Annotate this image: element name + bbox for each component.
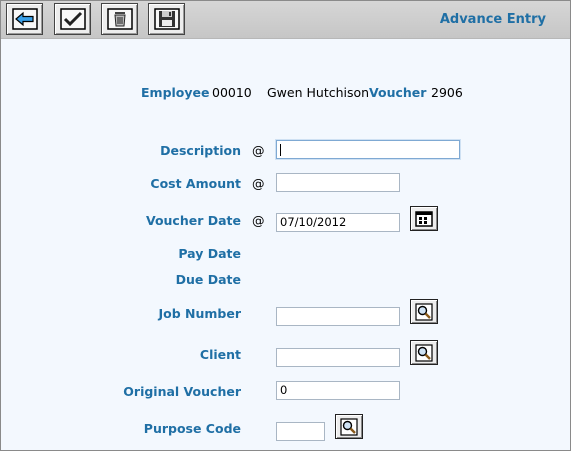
checkmark-icon bbox=[59, 8, 86, 30]
text-caret bbox=[280, 144, 281, 156]
original-voucher-input[interactable]: 0 bbox=[276, 381, 400, 400]
employee-label: Employee bbox=[141, 85, 210, 100]
magnifier-icon bbox=[340, 417, 358, 436]
voucher-date-input[interactable]: 07/10/2012 bbox=[276, 213, 400, 232]
confirm-button[interactable] bbox=[54, 3, 91, 35]
cost-amount-label: Cost Amount bbox=[150, 176, 241, 191]
voucher-number: 2906 bbox=[431, 85, 463, 100]
pay-date-label: Pay Date bbox=[178, 246, 241, 261]
magnifier-icon bbox=[415, 343, 433, 362]
voucher-date-required-marker: @ bbox=[252, 213, 265, 228]
description-input[interactable] bbox=[276, 140, 460, 159]
job-number-label: Job Number bbox=[158, 306, 241, 321]
job-number-lookup-button[interactable] bbox=[410, 299, 438, 324]
employee-name: Gwen Hutchison bbox=[267, 85, 370, 100]
toolbar: Advance Entry bbox=[1, 1, 570, 39]
description-required-marker: @ bbox=[252, 143, 265, 158]
cost-amount-input[interactable] bbox=[276, 173, 400, 192]
job-number-input[interactable] bbox=[276, 307, 400, 326]
client-input[interactable] bbox=[276, 348, 400, 367]
magnifier-icon bbox=[415, 302, 433, 321]
back-button[interactable] bbox=[6, 3, 43, 35]
voucher-label: Voucher bbox=[369, 85, 427, 100]
advance-entry-window: Advance Entry Employee 00010 Gwen Hutchi… bbox=[0, 0, 571, 451]
client-label: Client bbox=[199, 347, 241, 362]
original-voucher-label: Original Voucher bbox=[123, 384, 241, 399]
calendar-icon bbox=[415, 210, 433, 227]
due-date-label: Due Date bbox=[175, 272, 241, 287]
form-title: Advance Entry bbox=[439, 12, 546, 27]
voucher-date-label: Voucher Date bbox=[145, 213, 241, 228]
client-lookup-button[interactable] bbox=[410, 340, 438, 365]
trash-icon bbox=[106, 8, 133, 30]
cost-amount-required-marker: @ bbox=[252, 176, 265, 191]
purpose-code-lookup-button[interactable] bbox=[335, 414, 363, 439]
floppy-disk-icon bbox=[153, 8, 180, 30]
back-arrow-icon bbox=[11, 8, 38, 30]
save-button[interactable] bbox=[148, 3, 185, 35]
calendar-button[interactable] bbox=[410, 206, 438, 231]
voucher-date-value: 07/10/2012 bbox=[280, 215, 347, 229]
purpose-code-input[interactable] bbox=[276, 422, 325, 441]
delete-button[interactable] bbox=[101, 3, 138, 35]
purpose-code-label: Purpose Code bbox=[143, 421, 241, 436]
description-label: Description bbox=[160, 143, 241, 158]
employee-id: 00010 bbox=[212, 85, 252, 100]
original-voucher-value: 0 bbox=[280, 383, 288, 397]
